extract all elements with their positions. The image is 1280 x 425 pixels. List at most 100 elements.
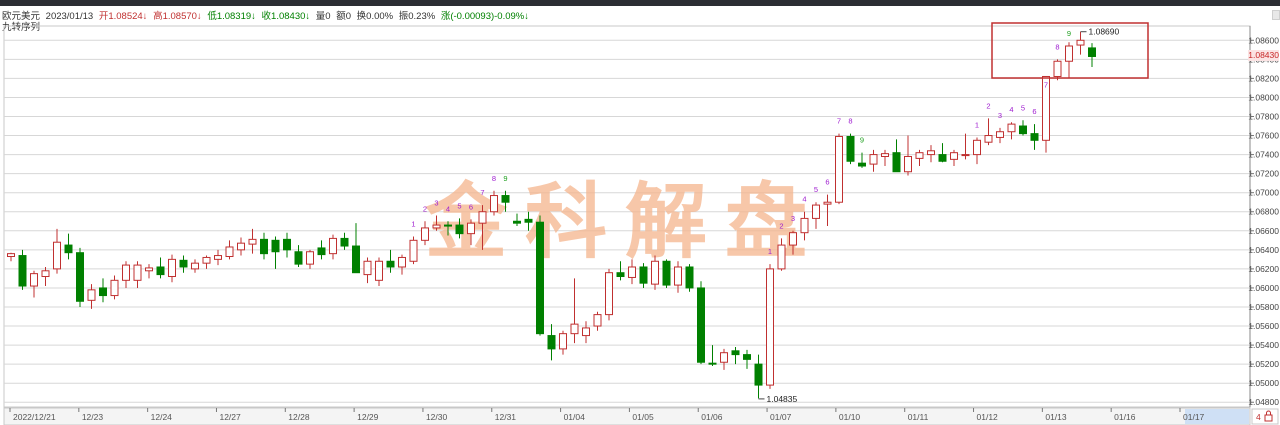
candle-body: [559, 333, 567, 350]
candle: [685, 264, 694, 292]
candle-body: [743, 354, 751, 360]
y-tick-label: 1.08200: [1248, 73, 1279, 83]
candle-body: [202, 256, 211, 264]
candle-body: [41, 270, 50, 278]
sequence-marker: 3: [434, 199, 438, 208]
candle: [582, 321, 590, 344]
candle: [1007, 122, 1016, 140]
y-tick-label: 1.07400: [1248, 150, 1279, 160]
sequence-marker: 3: [791, 214, 795, 223]
candle-body: [317, 247, 326, 256]
candle: [41, 266, 50, 287]
candle: [904, 135, 912, 176]
candle-body: [869, 154, 878, 165]
candle-body: [927, 150, 935, 156]
candle-body: [340, 237, 349, 247]
sequence-marker: 7: [1044, 80, 1048, 89]
candle-body: [64, 244, 73, 254]
candle: [950, 149, 958, 167]
candle-body: [639, 266, 648, 284]
candlestick-chart[interactable]: 1.086001.084001.082001.080001.078001.076…: [0, 0, 1280, 425]
candle: [271, 236, 280, 269]
x-axis: 2022/12/21 12/23 12/24 12/27 12/28 12/29 12/30…: [3, 407, 1279, 425]
y-tick-label: 1.05200: [1248, 359, 1279, 369]
candle-body: [823, 201, 832, 205]
candle-body: [352, 245, 360, 274]
candle: [984, 118, 993, 146]
candle-body: [1076, 39, 1085, 46]
candle: [1065, 42, 1073, 79]
candle: [329, 234, 337, 260]
candle-body: [766, 268, 774, 386]
candle-body: [605, 272, 613, 316]
candle: [76, 247, 84, 307]
x-tick-label: 12/28: [288, 412, 310, 422]
candle: [179, 255, 188, 273]
candle-body: [294, 251, 303, 265]
y-tick-label: 1.05000: [1248, 378, 1279, 388]
y-axis: 1.086001.084001.082001.080001.078001.076…: [1248, 26, 1279, 407]
candle-body: [800, 217, 809, 234]
candle: [536, 215, 544, 336]
candle: [53, 228, 61, 274]
y-tick-label: 1.07600: [1248, 131, 1279, 141]
candle-body: [99, 287, 107, 297]
candle-body: [651, 260, 659, 285]
sequence-marker: 6: [1032, 107, 1036, 116]
candle-body: [685, 266, 694, 289]
sequence-marker: 4: [446, 204, 450, 213]
x-tick-label: 01/17: [1183, 412, 1205, 422]
candle-body: [938, 154, 947, 162]
x-tick-label: 12/23: [82, 412, 104, 422]
x-tick-label: 12/24: [151, 412, 173, 422]
sequence-marker: 5: [1021, 103, 1025, 112]
candle: [18, 249, 27, 290]
candle-body: [490, 195, 498, 213]
candle-body: [858, 162, 866, 167]
candle: [294, 245, 303, 267]
candle: [306, 249, 314, 269]
sequence-marker: 5: [457, 201, 461, 210]
candle-body: [133, 264, 142, 281]
candle-body: [421, 227, 429, 241]
candle: [122, 261, 130, 288]
candle-body: [524, 218, 533, 223]
candle-body: [697, 287, 705, 363]
candle-body: [915, 152, 924, 159]
y-tick-label: 1.05600: [1248, 321, 1279, 331]
candle: [846, 133, 855, 165]
y-tick-label: 1.07000: [1248, 188, 1279, 198]
x-tick-label: 01/06: [701, 412, 723, 422]
sequence-marker: 1: [411, 220, 415, 229]
sequence-marker: 1: [768, 247, 772, 256]
sequence-marker: 3: [998, 111, 1002, 120]
candle-body: [731, 350, 740, 356]
candle-body: [547, 335, 556, 350]
sequence-marker: 7: [480, 188, 484, 197]
candle-body: [306, 251, 314, 265]
candle: [708, 345, 717, 367]
y-tick-label: 1.07800: [1248, 111, 1279, 121]
sequence-marker: 4: [802, 195, 806, 204]
candle: [145, 264, 153, 279]
x-tick-label: 01/16: [1114, 412, 1136, 422]
candle: [927, 145, 935, 163]
candle-body: [329, 237, 337, 255]
candle: [30, 270, 38, 298]
candle-body: [777, 244, 786, 270]
candle: [605, 268, 613, 321]
candle-body: [110, 279, 119, 297]
candle: [973, 137, 981, 165]
candle-body: [616, 272, 625, 278]
candle-body: [812, 204, 820, 219]
x-tick-label: 12/30: [426, 412, 448, 422]
x-tick-label: 01/05: [632, 412, 654, 422]
candle-body: [1030, 133, 1039, 141]
candle-body: [179, 259, 188, 268]
candle-body: [582, 327, 590, 337]
candle-body: [225, 246, 234, 258]
sequence-marker: 9: [503, 174, 507, 183]
sequence-marker: 2: [423, 204, 427, 213]
candle: [409, 236, 418, 265]
sequence-marker: 8: [1055, 42, 1059, 51]
